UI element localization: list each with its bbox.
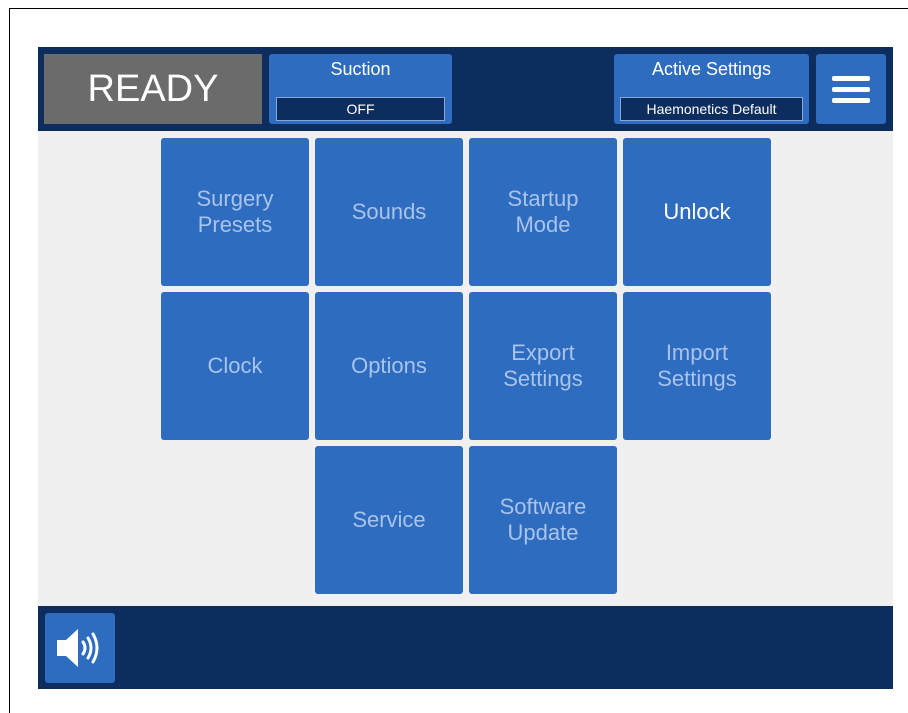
startup-mode-button[interactable]: Startup Mode <box>469 138 617 286</box>
header-bar: READY Suction OFF Active Settings Haemon… <box>38 47 893 131</box>
import-settings-button[interactable]: Import Settings <box>623 292 771 440</box>
suction-title: Suction <box>330 59 391 79</box>
active-settings-button[interactable]: Active Settings Haemonetics Default <box>614 54 809 124</box>
menu-button[interactable] <box>816 54 886 124</box>
export-settings-button[interactable]: Export Settings <box>469 292 617 440</box>
window-border-left <box>9 8 10 713</box>
unlock-button[interactable]: Unlock <box>623 138 771 286</box>
suction-button[interactable]: Suction OFF <box>269 54 452 124</box>
sound-button[interactable] <box>45 613 115 683</box>
window-border-top <box>9 8 908 9</box>
suction-value: OFF <box>276 97 445 121</box>
status-display: READY <box>44 54 262 124</box>
app-screen: READY Suction OFF Active Settings Haemon… <box>38 47 893 689</box>
options-button[interactable]: Options <box>315 292 463 440</box>
surgery-presets-button[interactable]: Surgery Presets <box>161 138 309 286</box>
active-settings-title: Active Settings <box>651 59 772 79</box>
software-update-button[interactable]: Software Update <box>469 446 617 594</box>
speaker-volume-icon <box>57 629 99 667</box>
sounds-button[interactable]: Sounds <box>315 138 463 286</box>
service-button[interactable]: Service <box>315 446 463 594</box>
active-settings-value: Haemonetics Default <box>620 97 803 121</box>
footer-bar <box>38 606 893 689</box>
clock-button[interactable]: Clock <box>161 292 309 440</box>
